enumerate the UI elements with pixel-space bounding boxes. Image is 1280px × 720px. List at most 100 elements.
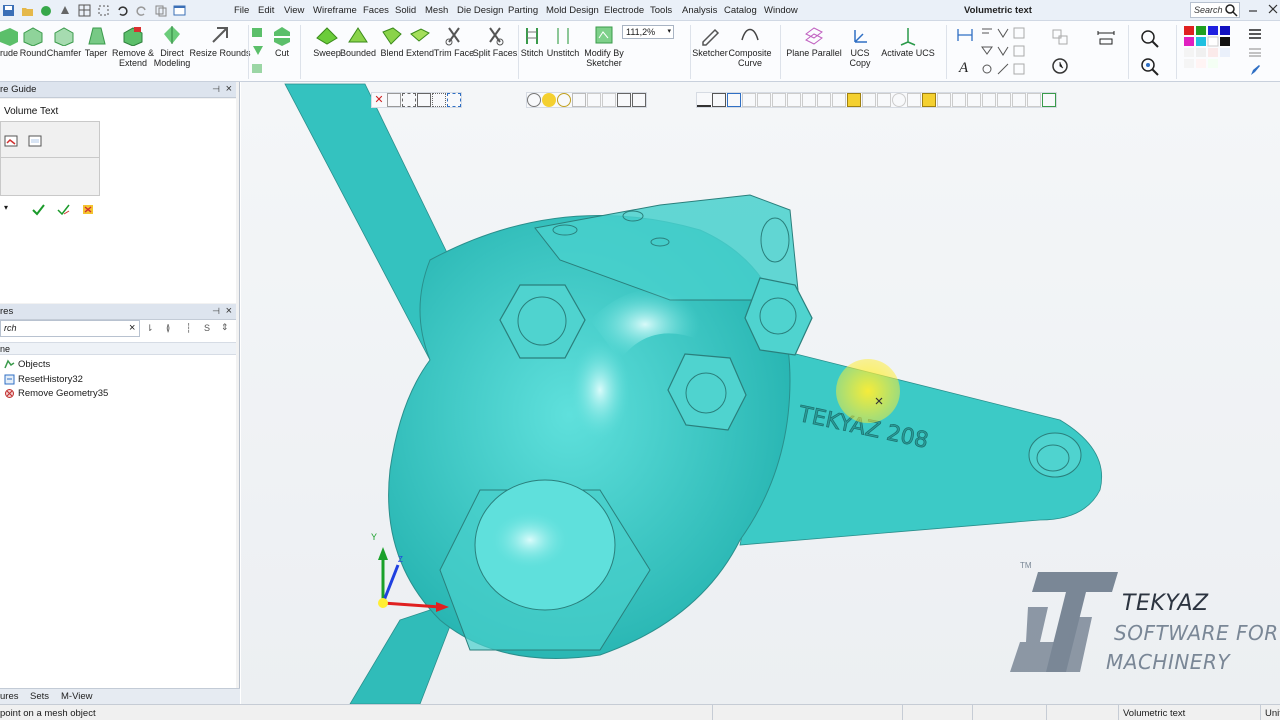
zoom-dropdown[interactable]: 111,2% ▾ bbox=[622, 25, 674, 39]
sweep-button[interactable]: Sweep bbox=[310, 24, 344, 58]
snap-active-icon[interactable] bbox=[847, 93, 861, 107]
marker-icon[interactable]: ┆ bbox=[186, 323, 191, 334]
profile-select-icon[interactable] bbox=[4, 134, 18, 148]
menu-window[interactable]: Window bbox=[764, 5, 798, 16]
sort-icon[interactable]: ≬ bbox=[166, 323, 170, 334]
menu-parting[interactable]: Parting bbox=[508, 5, 538, 16]
composite-curve-button[interactable]: Composite Curve bbox=[728, 24, 772, 68]
display-mode-icon[interactable] bbox=[617, 93, 631, 107]
light-on-icon[interactable] bbox=[542, 93, 556, 107]
tolerance-icon[interactable] bbox=[996, 44, 1010, 58]
surface-finish-icon[interactable] bbox=[1012, 44, 1026, 58]
select-window-icon[interactable] bbox=[447, 93, 461, 107]
rotate-icon[interactable] bbox=[1050, 56, 1070, 76]
pin-icon[interactable]: ⊣ bbox=[212, 84, 220, 95]
filter-icon[interactable]: ⇂ bbox=[146, 323, 154, 334]
direct-modeling-button[interactable]: Direct Modeling bbox=[152, 24, 192, 68]
minimize-icon[interactable] bbox=[1248, 4, 1258, 14]
color-dropdown-icon[interactable] bbox=[38, 2, 55, 19]
boolean-subtract-icon[interactable] bbox=[251, 61, 265, 75]
select-mode-icon[interactable] bbox=[402, 93, 416, 107]
window-icon[interactable] bbox=[171, 2, 188, 19]
datum-icon[interactable] bbox=[980, 44, 994, 58]
line-weight-icon[interactable] bbox=[1248, 45, 1262, 59]
menu-solid[interactable]: Solid bbox=[395, 5, 416, 16]
plane-select-icon[interactable] bbox=[28, 134, 42, 148]
unstitch-button[interactable]: Unstitch bbox=[546, 24, 580, 58]
paint-brush-icon[interactable] bbox=[1248, 63, 1262, 77]
render-icon[interactable] bbox=[57, 2, 74, 19]
tab-features[interactable]: ures bbox=[0, 691, 18, 702]
menu-wireframe[interactable]: Wireframe bbox=[313, 5, 357, 16]
tab-m-view[interactable]: M-View bbox=[61, 691, 93, 702]
tree-item-objects[interactable]: Objects bbox=[4, 357, 50, 371]
dimension-icon[interactable] bbox=[956, 26, 974, 44]
snap-mesh-icon[interactable] bbox=[1012, 93, 1026, 107]
snap-point-icon[interactable] bbox=[742, 93, 756, 107]
text-icon[interactable]: A bbox=[956, 57, 974, 75]
snap-face-icon[interactable] bbox=[907, 93, 921, 107]
ucs-copy-button[interactable]: UCS Copy bbox=[846, 24, 874, 68]
extend-button[interactable]: Extend bbox=[406, 24, 434, 58]
leader-icon[interactable] bbox=[996, 62, 1010, 76]
apply-icon[interactable] bbox=[57, 203, 70, 216]
clear-search-icon[interactable]: × bbox=[129, 322, 135, 334]
snap-center-icon[interactable] bbox=[772, 93, 786, 107]
wire-icon[interactable] bbox=[587, 93, 601, 107]
line-style-icon[interactable] bbox=[1248, 27, 1262, 41]
close-icon[interactable]: × bbox=[226, 305, 232, 317]
resize-rounds-button[interactable]: Resize Rounds bbox=[189, 24, 251, 58]
light-bulb-icon[interactable] bbox=[527, 93, 541, 107]
stitch-button[interactable]: Stitch bbox=[520, 24, 544, 58]
snap-tangent-icon[interactable] bbox=[802, 93, 816, 107]
select-mode-icon[interactable] bbox=[95, 2, 112, 19]
back-icon[interactable] bbox=[697, 93, 711, 107]
bounded-button[interactable]: Bounded bbox=[340, 24, 376, 58]
snap-icon[interactable] bbox=[712, 93, 726, 107]
cancel-icon[interactable] bbox=[82, 203, 95, 216]
remove-extend-button[interactable]: Remove & Extend bbox=[112, 24, 154, 68]
menu-mold-design[interactable]: Mold Design bbox=[546, 5, 599, 16]
boolean-intersect-icon[interactable] bbox=[251, 43, 265, 57]
snap-measure-icon[interactable] bbox=[1027, 93, 1041, 107]
trim-face-button[interactable]: Trim Face bbox=[434, 24, 474, 58]
menu-die-design[interactable]: Die Design bbox=[457, 5, 503, 16]
snap-line-icon[interactable] bbox=[862, 93, 876, 107]
snap-edit-icon[interactable] bbox=[922, 93, 936, 107]
zoom-window-icon[interactable] bbox=[1140, 29, 1160, 49]
snap-vector-icon[interactable] bbox=[877, 93, 891, 107]
note-icon[interactable] bbox=[1012, 62, 1026, 76]
modify-by-sketcher-button[interactable]: Modify By Sketcher bbox=[582, 24, 626, 68]
round-button[interactable]: Round bbox=[20, 24, 46, 58]
features-search-input[interactable]: rch bbox=[0, 320, 140, 337]
snap-angle-icon[interactable] bbox=[937, 93, 951, 107]
menu-analysis[interactable]: Analysis bbox=[682, 5, 717, 16]
balloon-icon[interactable] bbox=[980, 62, 994, 76]
color-palette[interactable] bbox=[1184, 26, 1244, 76]
plane-parallel-button[interactable]: Plane Parallel bbox=[786, 24, 842, 58]
zoom-all-icon[interactable] bbox=[1140, 57, 1160, 77]
snap-perp-icon[interactable] bbox=[817, 93, 831, 107]
select-chain-icon[interactable] bbox=[432, 93, 446, 107]
pin-icon[interactable]: ⊣ bbox=[212, 306, 220, 317]
snap-cross-icon[interactable] bbox=[952, 93, 966, 107]
close-icon[interactable] bbox=[1268, 4, 1278, 14]
tree-item-remove-geometry[interactable]: Remove Geometry35 bbox=[4, 386, 108, 400]
snap-box-icon[interactable] bbox=[997, 93, 1011, 107]
tree-item-reset-history[interactable]: ResetHistory32 bbox=[4, 372, 83, 386]
menu-edit[interactable]: Edit bbox=[258, 5, 274, 16]
copy-icon[interactable] bbox=[152, 2, 169, 19]
menu-mesh[interactable]: Mesh bbox=[425, 5, 448, 16]
tab-sets[interactable]: Sets bbox=[30, 691, 49, 702]
select-filter-icon[interactable] bbox=[387, 93, 401, 107]
menu-faces[interactable]: Faces bbox=[363, 5, 389, 16]
angle-dim-icon[interactable] bbox=[996, 26, 1010, 40]
boolean-add-icon[interactable] bbox=[251, 25, 265, 39]
measure-icon[interactable] bbox=[1096, 27, 1116, 47]
select-box-icon[interactable] bbox=[417, 93, 431, 107]
view-dropdown-icon[interactable] bbox=[632, 93, 646, 107]
close-icon[interactable]: × bbox=[226, 83, 232, 95]
menu-electrode[interactable]: Electrode bbox=[604, 5, 644, 16]
chamfer-button[interactable]: Chamfer bbox=[47, 24, 81, 58]
snap-nearest-icon[interactable] bbox=[967, 93, 981, 107]
